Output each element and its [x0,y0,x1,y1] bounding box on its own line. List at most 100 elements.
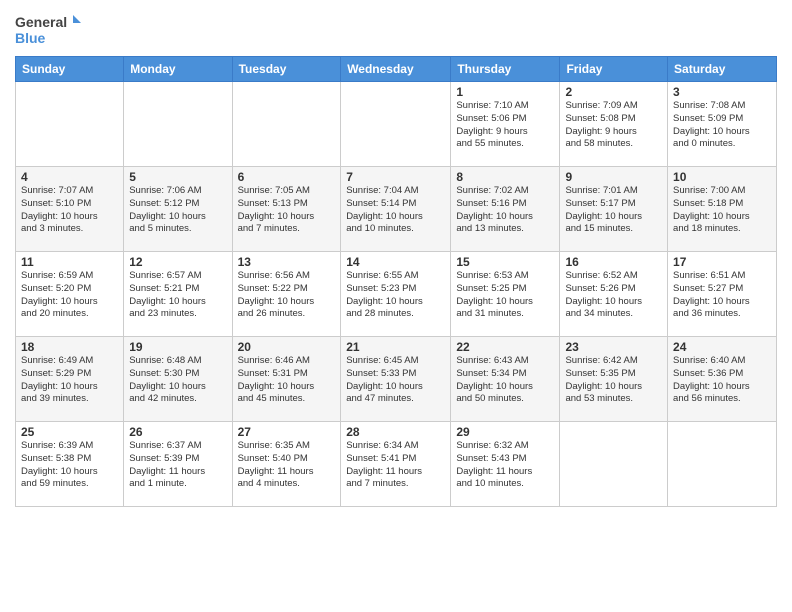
day-number: 27 [238,425,336,439]
calendar-week-row: 1Sunrise: 7:10 AM Sunset: 5:06 PM Daylig… [16,82,777,167]
day-number: 18 [21,340,118,354]
day-number: 26 [129,425,226,439]
day-number: 11 [21,255,118,269]
calendar-cell: 9Sunrise: 7:01 AM Sunset: 5:17 PM Daylig… [560,167,668,252]
calendar-week-row: 11Sunrise: 6:59 AM Sunset: 5:20 PM Dayli… [16,252,777,337]
logo-svg: General Blue [15,10,85,50]
svg-text:Blue: Blue [15,30,46,46]
calendar-cell: 25Sunrise: 6:39 AM Sunset: 5:38 PM Dayli… [16,422,124,507]
day-info: Sunrise: 7:08 AM Sunset: 5:09 PM Dayligh… [673,100,771,151]
day-info: Sunrise: 6:55 AM Sunset: 5:23 PM Dayligh… [346,270,445,321]
day-number: 16 [565,255,662,269]
calendar-col-wednesday: Wednesday [341,57,451,82]
calendar-cell: 23Sunrise: 6:42 AM Sunset: 5:35 PM Dayli… [560,337,668,422]
calendar-col-monday: Monday [124,57,232,82]
day-number: 28 [346,425,445,439]
day-number: 5 [129,170,226,184]
day-info: Sunrise: 6:32 AM Sunset: 5:43 PM Dayligh… [456,440,554,491]
day-number: 29 [456,425,554,439]
day-info: Sunrise: 7:10 AM Sunset: 5:06 PM Dayligh… [456,100,554,151]
calendar-col-sunday: Sunday [16,57,124,82]
day-number: 22 [456,340,554,354]
calendar-cell [341,82,451,167]
header: General Blue [15,10,777,50]
calendar-cell: 2Sunrise: 7:09 AM Sunset: 5:08 PM Daylig… [560,82,668,167]
calendar-cell: 1Sunrise: 7:10 AM Sunset: 5:06 PM Daylig… [451,82,560,167]
calendar-cell: 21Sunrise: 6:45 AM Sunset: 5:33 PM Dayli… [341,337,451,422]
page: General Blue SundayMondayTuesdayWednesda… [0,0,792,612]
day-info: Sunrise: 6:43 AM Sunset: 5:34 PM Dayligh… [456,355,554,406]
day-number: 23 [565,340,662,354]
day-number: 17 [673,255,771,269]
day-number: 4 [21,170,118,184]
calendar-col-thursday: Thursday [451,57,560,82]
calendar-cell: 26Sunrise: 6:37 AM Sunset: 5:39 PM Dayli… [124,422,232,507]
calendar-cell: 10Sunrise: 7:00 AM Sunset: 5:18 PM Dayli… [668,167,777,252]
day-number: 24 [673,340,771,354]
calendar-col-tuesday: Tuesday [232,57,341,82]
day-number: 25 [21,425,118,439]
day-number: 9 [565,170,662,184]
day-info: Sunrise: 7:04 AM Sunset: 5:14 PM Dayligh… [346,185,445,236]
day-number: 19 [129,340,226,354]
day-info: Sunrise: 6:49 AM Sunset: 5:29 PM Dayligh… [21,355,118,406]
calendar-table: SundayMondayTuesdayWednesdayThursdayFrid… [15,56,777,507]
day-info: Sunrise: 6:42 AM Sunset: 5:35 PM Dayligh… [565,355,662,406]
day-info: Sunrise: 7:01 AM Sunset: 5:17 PM Dayligh… [565,185,662,236]
day-number: 7 [346,170,445,184]
day-info: Sunrise: 7:00 AM Sunset: 5:18 PM Dayligh… [673,185,771,236]
day-number: 21 [346,340,445,354]
day-info: Sunrise: 6:46 AM Sunset: 5:31 PM Dayligh… [238,355,336,406]
calendar-cell: 29Sunrise: 6:32 AM Sunset: 5:43 PM Dayli… [451,422,560,507]
day-info: Sunrise: 6:48 AM Sunset: 5:30 PM Dayligh… [129,355,226,406]
calendar-cell: 24Sunrise: 6:40 AM Sunset: 5:36 PM Dayli… [668,337,777,422]
logo: General Blue [15,10,85,50]
day-number: 15 [456,255,554,269]
calendar-cell: 6Sunrise: 7:05 AM Sunset: 5:13 PM Daylig… [232,167,341,252]
calendar-cell [560,422,668,507]
day-info: Sunrise: 7:06 AM Sunset: 5:12 PM Dayligh… [129,185,226,236]
calendar-cell: 3Sunrise: 7:08 AM Sunset: 5:09 PM Daylig… [668,82,777,167]
day-info: Sunrise: 6:39 AM Sunset: 5:38 PM Dayligh… [21,440,118,491]
calendar-week-row: 4Sunrise: 7:07 AM Sunset: 5:10 PM Daylig… [16,167,777,252]
calendar-cell: 16Sunrise: 6:52 AM Sunset: 5:26 PM Dayli… [560,252,668,337]
day-info: Sunrise: 7:02 AM Sunset: 5:16 PM Dayligh… [456,185,554,236]
calendar-cell: 4Sunrise: 7:07 AM Sunset: 5:10 PM Daylig… [16,167,124,252]
day-info: Sunrise: 7:05 AM Sunset: 5:13 PM Dayligh… [238,185,336,236]
calendar-cell [16,82,124,167]
day-info: Sunrise: 6:45 AM Sunset: 5:33 PM Dayligh… [346,355,445,406]
calendar-cell: 12Sunrise: 6:57 AM Sunset: 5:21 PM Dayli… [124,252,232,337]
calendar-col-saturday: Saturday [668,57,777,82]
day-number: 13 [238,255,336,269]
day-info: Sunrise: 7:09 AM Sunset: 5:08 PM Dayligh… [565,100,662,151]
day-info: Sunrise: 6:34 AM Sunset: 5:41 PM Dayligh… [346,440,445,491]
day-number: 20 [238,340,336,354]
calendar-col-friday: Friday [560,57,668,82]
calendar-week-row: 25Sunrise: 6:39 AM Sunset: 5:38 PM Dayli… [16,422,777,507]
day-number: 1 [456,85,554,99]
day-number: 2 [565,85,662,99]
day-info: Sunrise: 6:37 AM Sunset: 5:39 PM Dayligh… [129,440,226,491]
day-number: 6 [238,170,336,184]
day-number: 10 [673,170,771,184]
calendar-cell: 28Sunrise: 6:34 AM Sunset: 5:41 PM Dayli… [341,422,451,507]
calendar-cell [668,422,777,507]
day-number: 14 [346,255,445,269]
day-info: Sunrise: 6:56 AM Sunset: 5:22 PM Dayligh… [238,270,336,321]
calendar-cell [232,82,341,167]
calendar-cell: 5Sunrise: 7:06 AM Sunset: 5:12 PM Daylig… [124,167,232,252]
calendar-cell: 14Sunrise: 6:55 AM Sunset: 5:23 PM Dayli… [341,252,451,337]
day-info: Sunrise: 6:57 AM Sunset: 5:21 PM Dayligh… [129,270,226,321]
day-info: Sunrise: 6:52 AM Sunset: 5:26 PM Dayligh… [565,270,662,321]
calendar-cell: 18Sunrise: 6:49 AM Sunset: 5:29 PM Dayli… [16,337,124,422]
svg-text:General: General [15,14,67,30]
calendar-cell: 13Sunrise: 6:56 AM Sunset: 5:22 PM Dayli… [232,252,341,337]
day-number: 3 [673,85,771,99]
calendar-week-row: 18Sunrise: 6:49 AM Sunset: 5:29 PM Dayli… [16,337,777,422]
calendar-cell: 20Sunrise: 6:46 AM Sunset: 5:31 PM Dayli… [232,337,341,422]
calendar-cell [124,82,232,167]
calendar-cell: 15Sunrise: 6:53 AM Sunset: 5:25 PM Dayli… [451,252,560,337]
calendar-cell: 8Sunrise: 7:02 AM Sunset: 5:16 PM Daylig… [451,167,560,252]
calendar-header-row: SundayMondayTuesdayWednesdayThursdayFrid… [16,57,777,82]
calendar-cell: 11Sunrise: 6:59 AM Sunset: 5:20 PM Dayli… [16,252,124,337]
